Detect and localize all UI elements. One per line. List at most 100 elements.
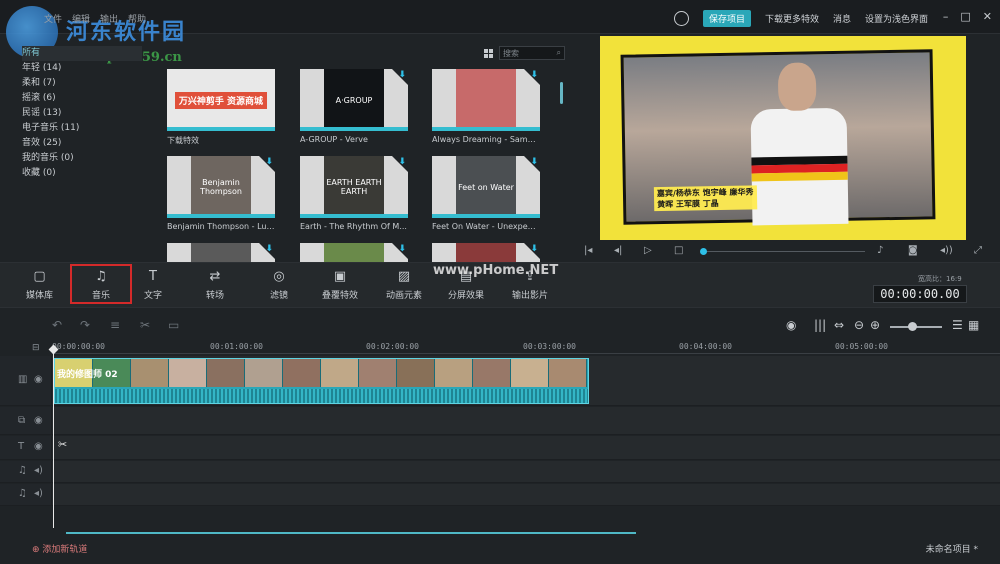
- download-icon[interactable]: ⬇: [265, 157, 273, 167]
- category-item[interactable]: 收藏 (0): [22, 166, 142, 181]
- close-icon[interactable]: ✕: [983, 10, 992, 23]
- ruler-tick: 00:04:00:00: [679, 342, 732, 351]
- media-thumbnail[interactable]: EARTH EARTH EARTH ⬇: [300, 156, 408, 218]
- category-item[interactable]: 音效 (25): [22, 136, 142, 151]
- light-theme-link[interactable]: 设置为浅色界面: [865, 12, 928, 25]
- save-project-button[interactable]: 保存项目: [702, 10, 751, 27]
- toolbar-music-note-button[interactable]: ♫ 音乐: [70, 264, 132, 304]
- minimize-icon[interactable]: –: [943, 10, 949, 23]
- media-item[interactable]: 万兴神剪手 资源商城 下载特效: [167, 69, 275, 146]
- toolbar-filter-button[interactable]: ◎ 滤镜: [270, 270, 288, 302]
- menu-export[interactable]: 输出: [100, 12, 118, 25]
- search-input[interactable]: 搜索 ⌕: [499, 46, 565, 60]
- timeline-ruler[interactable]: 00:00:00:00 00:01:00:00 00:02:00:00 00:0…: [52, 340, 1000, 354]
- menu-edit[interactable]: 编辑: [72, 12, 90, 25]
- ruler-tick: 00:05:00:00: [835, 342, 888, 351]
- download-icon[interactable]: ⬇: [265, 244, 273, 254]
- delete-icon[interactable]: ▭: [168, 318, 179, 332]
- skip-start-icon[interactable]: |◂: [584, 245, 592, 256]
- media-thumbnail[interactable]: ⬇: [432, 69, 540, 131]
- cut-icon[interactable]: ✂: [140, 318, 150, 332]
- zoom-out-icon[interactable]: ⊖: [854, 318, 864, 332]
- playhead[interactable]: [53, 348, 54, 528]
- aspect-ratio-label[interactable]: 宽高比：16:9: [918, 274, 962, 284]
- download-icon[interactable]: ⬇: [398, 157, 406, 167]
- zoom-in-icon[interactable]: ⊕: [870, 318, 880, 332]
- video-clip[interactable]: 我的修图师 02: [54, 358, 589, 404]
- media-thumbnail[interactable]: A·GROUP ⬇: [300, 69, 408, 131]
- category-item[interactable]: 年轻 (14): [22, 61, 142, 76]
- download-icon[interactable]: ⬇: [398, 70, 406, 80]
- category-item[interactable]: 我的音乐 (0): [22, 151, 142, 166]
- category-item[interactable]: 电子音乐 (11): [22, 121, 142, 136]
- volume-icon[interactable]: ◂)): [940, 245, 953, 256]
- media-scrollbar[interactable]: [560, 82, 563, 104]
- grid-view-icon[interactable]: [484, 48, 493, 58]
- track-header: ▥ ◉: [0, 356, 52, 405]
- category-item[interactable]: 民谣 (13): [22, 106, 142, 121]
- media-item[interactable]: Benjamin Thompson ⬇ Benjamin Thompson - Lu…: [167, 156, 275, 231]
- download-effects-link[interactable]: 下载更多特效: [765, 12, 819, 25]
- media-thumbnail[interactable]: ⬇: [300, 243, 408, 264]
- adjust-icon[interactable]: ≡: [110, 318, 120, 332]
- camera-icon[interactable]: ◙: [908, 245, 918, 256]
- eye-icon[interactable]: ◉: [34, 415, 43, 426]
- stop-icon[interactable]: □: [674, 245, 683, 256]
- media-thumbnail[interactable]: ⬇: [432, 243, 540, 264]
- menu-help[interactable]: 帮助: [128, 12, 146, 25]
- media-item[interactable]: ⬇: [432, 243, 540, 264]
- menu-file[interactable]: 文件: [44, 12, 62, 25]
- download-icon[interactable]: ⬇: [398, 244, 406, 254]
- redo-icon[interactable]: ↷: [80, 318, 90, 332]
- list-view-icon[interactable]: ☰: [952, 318, 963, 332]
- category-item[interactable]: 摇滚 (6): [22, 91, 142, 106]
- user-icon[interactable]: [673, 11, 689, 26]
- media-item[interactable]: EARTH EARTH EARTH ⬇ Earth - The Rhythm Of …: [300, 156, 408, 231]
- toolbar-overlay-button[interactable]: ▣ 叠覆特效: [322, 269, 358, 302]
- grid-layout-icon[interactable]: ▦: [968, 318, 979, 332]
- messages-link[interactable]: 消息: [833, 12, 851, 25]
- media-item[interactable]: ⬇: [167, 243, 275, 264]
- audio-mixer-icon[interactable]: |||: [814, 318, 826, 332]
- download-icon[interactable]: ⬇: [530, 244, 538, 254]
- fullscreen-icon[interactable]: ⤢: [974, 245, 982, 256]
- download-icon[interactable]: ⬇: [530, 70, 538, 80]
- toolbar-folder-button[interactable]: ▢ 媒体库: [26, 270, 53, 302]
- seek-bar[interactable]: [705, 251, 865, 252]
- seek-handle[interactable]: [700, 248, 707, 255]
- snap-icon[interactable]: ⊟: [32, 343, 40, 353]
- toolbar-transition-button[interactable]: ⇄ 转场: [206, 270, 224, 302]
- category-item[interactable]: 柔和 (7): [22, 76, 142, 91]
- media-item[interactable]: ⬇ Always Dreaming - Same ...: [432, 69, 540, 144]
- zoom-slider-handle[interactable]: [908, 322, 917, 331]
- step-back-icon[interactable]: ◂|: [614, 245, 622, 256]
- microphone-icon[interactable]: ♪: [877, 245, 883, 256]
- media-thumbnail[interactable]: Feet on Water ⬇: [432, 156, 540, 218]
- timeline-scrollbar[interactable]: [66, 532, 636, 534]
- toolbar-text-button[interactable]: T 文字: [144, 270, 162, 302]
- media-item[interactable]: Feet on Water ⬇ Feet On Water - Unexpect..…: [432, 156, 540, 231]
- undo-icon[interactable]: ↶: [52, 318, 62, 332]
- toolbar-elements-button[interactable]: ▨ 动画元素: [386, 270, 422, 302]
- overlay-icon: ▣: [333, 269, 347, 284]
- media-item[interactable]: A·GROUP ⬇ A-GROUP - Verve: [300, 69, 408, 144]
- media-item[interactable]: ⬇: [300, 243, 408, 264]
- thumbnail-text: Feet on Water: [458, 182, 514, 192]
- maximize-icon[interactable]: □: [960, 10, 970, 23]
- eye-icon[interactable]: ◉: [34, 374, 43, 385]
- media-thumbnail[interactable]: 万兴神剪手 资源商城: [167, 69, 275, 131]
- scissors-icon[interactable]: ✂: [58, 438, 67, 451]
- add-track-button[interactable]: ⊕ 添加新轨道: [32, 542, 87, 555]
- preview-screen[interactable]: 嘉宾/杨恭东 饱宇峰 廉华秀 黄晖 王军膜 丁晶: [600, 36, 966, 240]
- render-icon[interactable]: ◉: [786, 318, 796, 332]
- speaker-icon[interactable]: ◂): [34, 465, 43, 476]
- eye-icon[interactable]: ◉: [34, 441, 43, 452]
- media-thumbnail[interactable]: ⬇: [167, 243, 275, 264]
- category-item[interactable]: 所有: [22, 46, 142, 61]
- play-icon[interactable]: ▷: [644, 245, 652, 256]
- speaker-icon[interactable]: ◂): [34, 488, 43, 499]
- subtitle-line: 嘉宾/杨恭东 饱宇峰 廉华秀: [656, 187, 754, 199]
- fit-icon[interactable]: ⇔: [834, 318, 844, 332]
- download-icon[interactable]: ⬇: [530, 157, 538, 167]
- media-thumbnail[interactable]: Benjamin Thompson ⬇: [167, 156, 275, 218]
